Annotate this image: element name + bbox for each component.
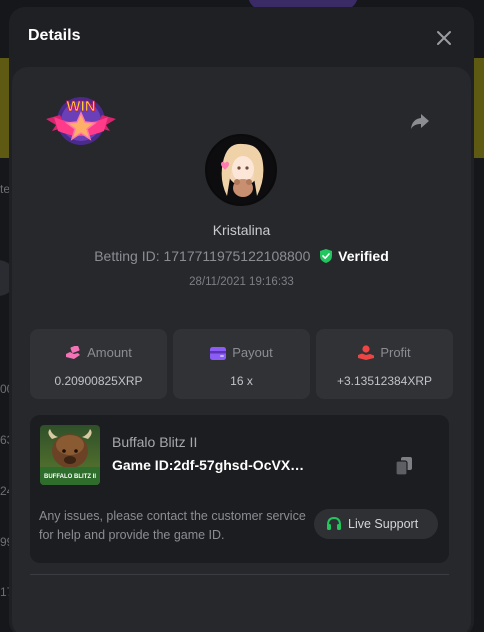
- amount-value: 0.20900825XRP: [54, 374, 143, 388]
- amount-label-row: Amount: [30, 345, 167, 360]
- profit-value: +3.13512384XRP: [336, 374, 433, 388]
- coin-hand-icon: [358, 345, 375, 360]
- profit-label: Profit: [380, 345, 411, 360]
- payout-label: Payout: [232, 345, 273, 360]
- avatar-image: [207, 136, 275, 204]
- betting-id-label: Betting ID:: [94, 248, 160, 264]
- game-id-label: Game ID:: [112, 457, 174, 473]
- headset-icon: [327, 516, 341, 530]
- support-help-text: Any issues, please contact the customer …: [39, 509, 306, 542]
- profit-card: Profit +3.13512384XRP: [316, 329, 453, 399]
- game-name[interactable]: Buffalo Blitz II: [112, 434, 197, 450]
- money-hand-icon: [66, 345, 81, 359]
- game-id: Game ID:2df-57ghsd-OcVXv3BLcU_EI...: [112, 457, 308, 473]
- details-modal: Details WIN Kristalina Betting ID: 17177…: [9, 7, 474, 632]
- game-thumbnail-image: BUFFALO BLITZ II: [40, 425, 100, 485]
- game-thumbnail[interactable]: BUFFALO BLITZ II: [40, 425, 100, 485]
- amount-card: Amount 0.20900825XRP: [30, 329, 167, 399]
- win-badge-icon: WIN: [46, 97, 116, 145]
- modal-header: Details: [9, 7, 474, 67]
- betting-id-value: 1717711975122108800: [163, 248, 311, 264]
- betting-id-row: Betting ID: 1717711975122108800 Verified: [12, 248, 471, 264]
- avatar: [205, 134, 277, 206]
- close-button[interactable]: [433, 27, 455, 49]
- verified-shield-icon: [320, 249, 333, 263]
- divider: [30, 574, 449, 575]
- share-button[interactable]: [408, 109, 432, 133]
- copy-icon: [395, 457, 412, 476]
- share-icon: [411, 114, 429, 129]
- payout-value: 16 x: [230, 374, 253, 388]
- copy-game-id-button[interactable]: [395, 457, 412, 476]
- bet-timestamp: 28/11/2021 19:16:33: [189, 276, 294, 288]
- payout-card: Payout 16 x: [173, 329, 310, 399]
- modal-title: Details: [28, 27, 81, 44]
- payout-label-row: Payout: [173, 345, 310, 360]
- verified-label: Verified: [338, 248, 389, 264]
- game-thumbnail-text: BUFFALO BLITZ II: [44, 474, 96, 480]
- game-id-value: 2df-57ghsd-OcVXv3BLcU_EI...: [173, 457, 308, 473]
- bet-details-panel: WIN Kristalina Betting ID: 1717711975122…: [12, 67, 471, 632]
- amount-label: Amount: [87, 345, 132, 360]
- username: Kristalina: [212, 222, 271, 238]
- live-support-label: Live Support: [348, 517, 419, 531]
- profit-label-row: Profit: [316, 345, 453, 360]
- wallet-icon: [210, 347, 227, 360]
- live-support-button[interactable]: Live Support: [314, 509, 438, 539]
- game-card: BUFFALO BLITZ II Buffalo Blitz II Game I…: [30, 415, 449, 563]
- close-icon: [437, 31, 451, 45]
- win-badge-text: WIN: [66, 98, 95, 115]
